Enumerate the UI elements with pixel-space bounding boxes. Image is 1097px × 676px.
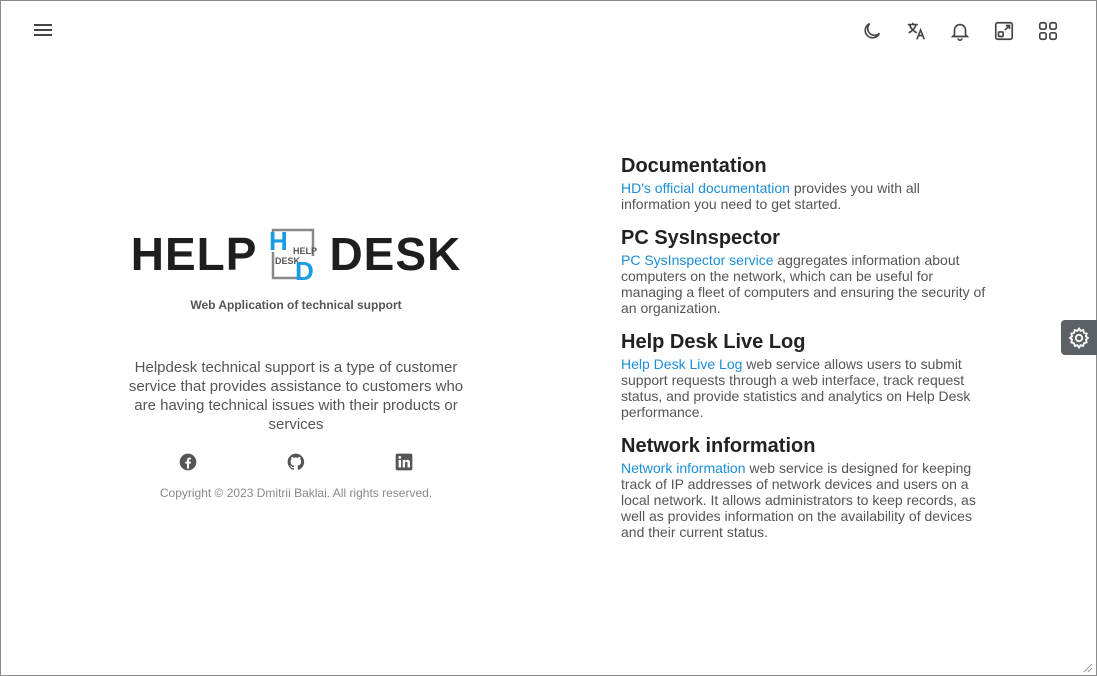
section-documentation: Documentation HD's official documentatio… (621, 154, 989, 212)
settings-gear-button[interactable] (1061, 320, 1097, 355)
section-title: Help Desk Live Log (621, 331, 806, 353)
logo-word-help: HELP (130, 228, 258, 280)
live-log-link[interactable]: Help Desk Live Log (621, 356, 742, 372)
section-live-log: Help Desk Live Log Help Desk Live Log we… (621, 330, 989, 420)
gear-icon (1068, 326, 1090, 349)
section-text: PC SysInspector service aggregates infor… (621, 252, 986, 316)
logo: HELP H HELP DESK D DESK (115, 222, 477, 286)
translate-icon[interactable] (903, 18, 929, 44)
social-links (178, 452, 414, 472)
section-title: Documentation (621, 155, 767, 177)
section-text: HD's official documentation provides you… (621, 180, 920, 212)
logo-word-desk: DESK (329, 228, 462, 280)
logo-badge-help: HELP (293, 246, 317, 256)
menu-icon[interactable] (33, 21, 53, 41)
header-toolbar (859, 18, 1061, 44)
network-information-link[interactable]: Network information (621, 460, 746, 476)
section-pc-sysinspector: PC SysInspector PC SysInspector service … (621, 226, 989, 316)
section-title: PC SysInspector (621, 227, 780, 249)
logo-badge-h: H (269, 226, 288, 256)
fullscreen-icon[interactable] (991, 18, 1017, 44)
logo-badge-icon: H HELP DESK D (269, 226, 317, 282)
resize-handle-icon[interactable] (1081, 661, 1093, 673)
bell-icon[interactable] (947, 18, 973, 44)
apps-grid-icon[interactable] (1035, 18, 1061, 44)
section-text: Help Desk Live Log web service allows us… (621, 356, 971, 420)
linkedin-icon[interactable] (394, 452, 414, 472)
tagline: Web Application of technical support (190, 298, 402, 312)
section-title: Network information (621, 435, 816, 457)
moon-icon[interactable] (859, 18, 885, 44)
brand-panel: HELP H HELP DESK D DESK Web Application … (115, 222, 477, 500)
section-network-information: Network information Network information … (621, 434, 989, 540)
documentation-link[interactable]: HD's official documentation (621, 180, 790, 196)
description: Helpdesk technical support is a type of … (128, 359, 464, 433)
pc-sysinspector-link[interactable]: PC SysInspector service (621, 252, 774, 268)
logo-badge-d: D (295, 256, 314, 282)
section-text: Network information web service is desig… (621, 460, 976, 540)
facebook-icon[interactable] (178, 452, 198, 472)
github-icon[interactable] (286, 452, 306, 472)
copyright: Copyright © 2023 Dmitrii Baklai. All rig… (159, 486, 433, 500)
services-panel: Documentation HD's official documentatio… (621, 154, 989, 554)
